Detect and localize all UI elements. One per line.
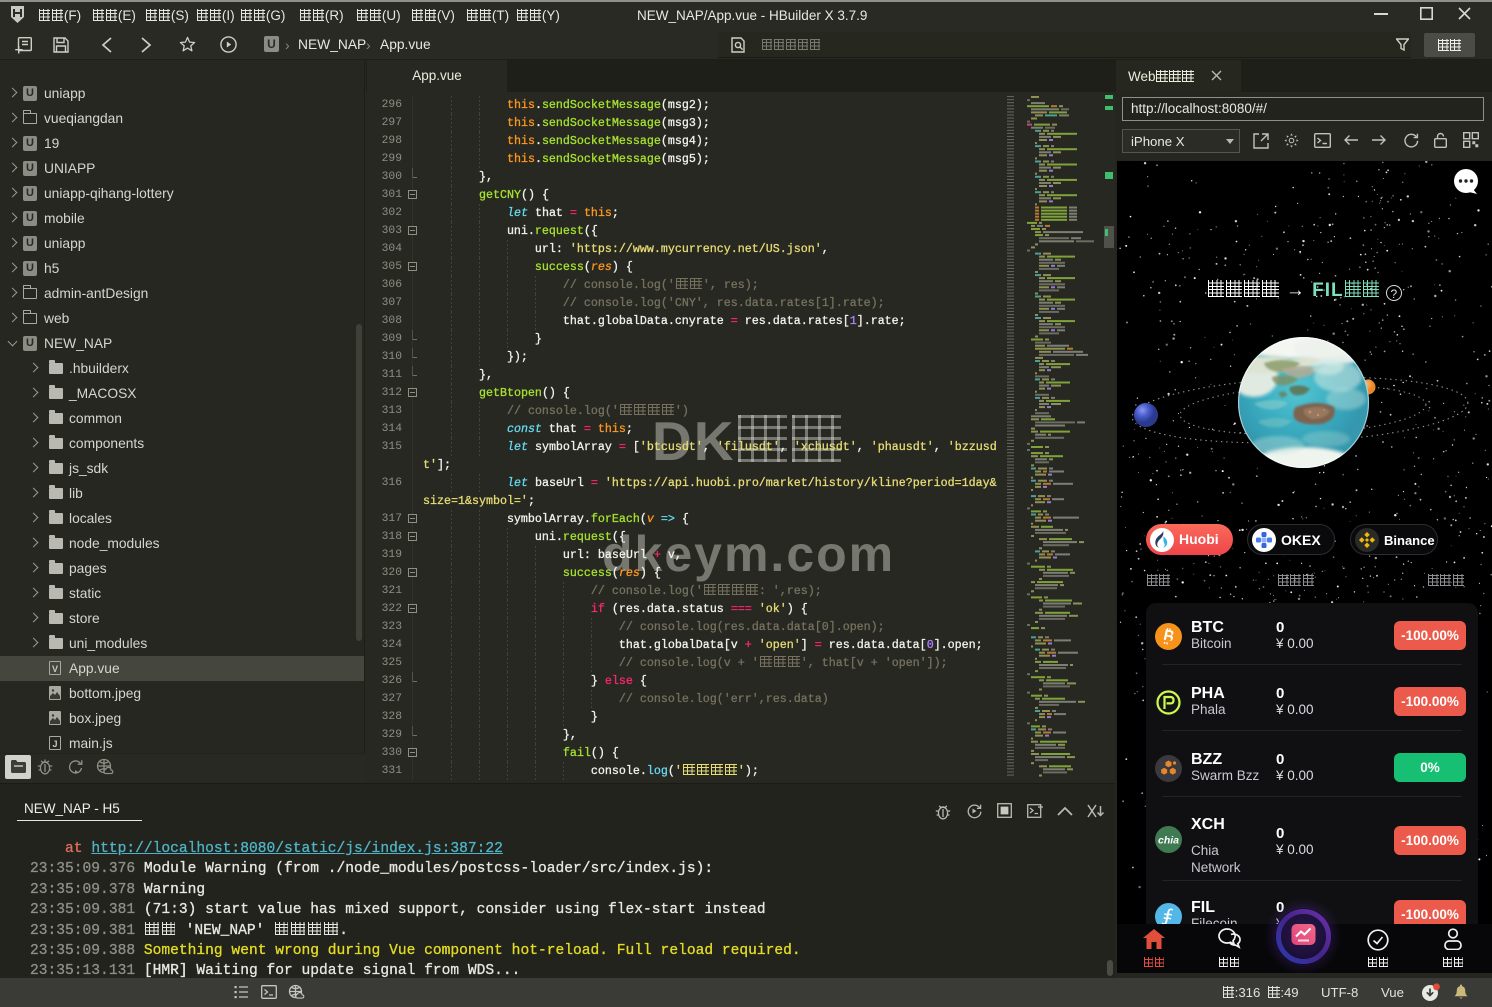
- svg-text:chia: chia: [1158, 835, 1179, 847]
